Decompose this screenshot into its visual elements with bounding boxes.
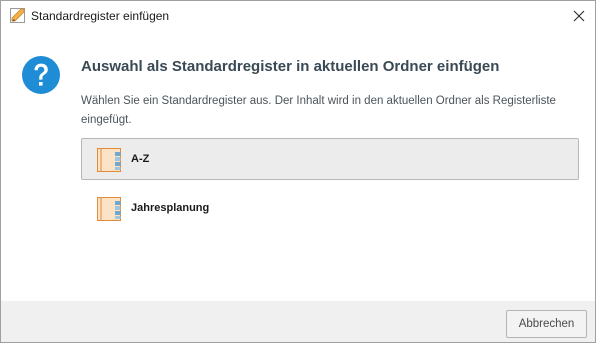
- option-jahresplanung[interactable]: Jahresplanung: [81, 187, 579, 229]
- option-a-z[interactable]: A-Z: [81, 138, 579, 180]
- dialog-window: Standardregister einfügen Auswahl als St…: [0, 0, 596, 343]
- question-icon: [21, 55, 61, 95]
- window-title: Standardregister einfügen: [31, 9, 170, 23]
- register-icon: [96, 147, 122, 173]
- option-label: Jahresplanung: [131, 202, 210, 214]
- app-icon: [9, 7, 26, 24]
- dialog-heading: Auswahl als Standardregister in aktuelle…: [81, 58, 500, 75]
- option-label: A-Z: [131, 153, 150, 165]
- title-bar[interactable]: Standardregister einfügen: [1, 1, 595, 32]
- close-icon: [573, 10, 585, 22]
- dialog-description: Wählen Sie ein Standardregister aus. Der…: [81, 95, 556, 126]
- register-icon: [96, 196, 122, 222]
- close-button[interactable]: [567, 5, 591, 27]
- cancel-button[interactable]: Abbrechen: [506, 310, 587, 338]
- dialog-footer: Abbrechen: [1, 301, 595, 342]
